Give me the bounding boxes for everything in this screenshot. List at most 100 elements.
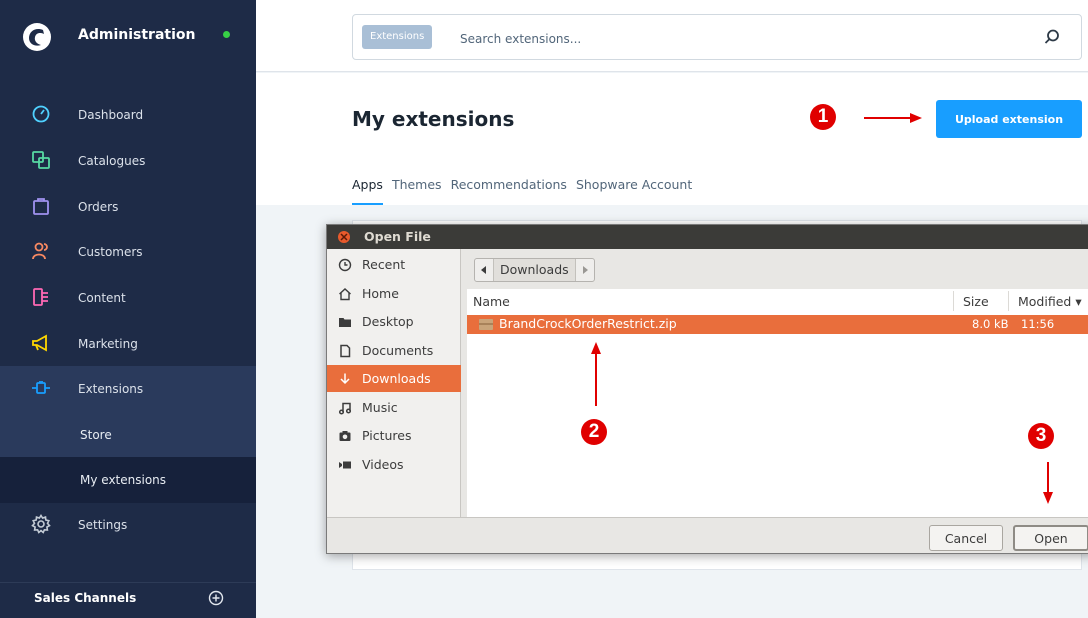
sidebar-item-customers[interactable]: Customers (0, 229, 256, 275)
upload-extension-button[interactable]: Upload extension (936, 100, 1082, 138)
sidebar-item-label: Marketing (78, 337, 138, 351)
music-icon (338, 402, 352, 415)
place-label: Desktop (362, 314, 414, 329)
sidebar-item-label: Customers (78, 245, 143, 259)
path-crumb-downloads[interactable]: Downloads (493, 259, 576, 281)
annotation-badge-3: 3 (1028, 423, 1054, 449)
sidebar-item-label: Catalogues (78, 154, 146, 168)
places-sidebar: Recent Home Desktop Documents Downloads … (327, 249, 461, 517)
place-recent[interactable]: Recent (327, 251, 461, 278)
column-separator (953, 291, 954, 311)
plug-icon (32, 381, 50, 394)
file-list-header: Name Size Modified ▾ (467, 289, 1088, 313)
place-downloads[interactable]: Downloads (327, 365, 461, 392)
sidebar-item-extensions[interactable]: Extensions (0, 366, 256, 412)
column-name[interactable]: Name (473, 294, 510, 309)
shopware-logo-icon (23, 23, 51, 51)
document-icon (340, 344, 351, 358)
catalogue-icon (32, 151, 50, 169)
place-label: Recent (362, 257, 406, 272)
place-label: Home (362, 286, 399, 301)
video-icon (339, 461, 351, 469)
file-name: BrandCrockOrderRestrict.zip (499, 316, 677, 331)
sidebar-item-label: Orders (78, 200, 119, 214)
home-icon (339, 288, 351, 301)
column-modified-label: Modified (1018, 294, 1072, 309)
dialog-titlebar: Open File (327, 225, 1088, 249)
sidebar-item-store[interactable]: Store (0, 412, 256, 458)
sidebar-item-label: Content (78, 291, 126, 305)
place-music[interactable]: Music (327, 394, 461, 421)
place-label: Downloads (362, 371, 431, 386)
place-pictures[interactable]: Pictures (327, 422, 461, 449)
sort-descending-icon: ▾ (1075, 294, 1082, 309)
file-row[interactable]: BrandCrockOrderRestrict.zip 8.0 kB 11:56 (467, 315, 1088, 334)
open-file-dialog: Open File Recent Home Desktop Documents … (326, 224, 1088, 554)
sidebar-item-label: Store (80, 428, 112, 442)
page-header: My extensions Upload extension Apps Them… (256, 73, 1088, 205)
sidebar-brand: Administration (0, 0, 256, 76)
download-icon (340, 373, 350, 385)
archive-icon (479, 319, 493, 330)
path-back-icon[interactable] (475, 259, 493, 281)
column-size[interactable]: Size (963, 294, 989, 309)
add-sales-channel-icon[interactable] (208, 590, 224, 606)
search-scope-chip[interactable]: Extensions (362, 25, 433, 49)
sidebar-item-dashboard[interactable]: Dashboard (0, 92, 256, 138)
sidebar-item-catalogues[interactable]: Catalogues (0, 138, 256, 184)
place-label: Pictures (362, 428, 412, 443)
search-icon[interactable] (1043, 28, 1061, 46)
dialog-title: Open File (364, 229, 431, 244)
path-forward-icon[interactable] (576, 259, 594, 281)
cancel-button[interactable]: Cancel (929, 525, 1003, 551)
sales-channels-label: Sales Channels (34, 591, 137, 605)
page-title: My extensions (352, 107, 515, 131)
camera-icon (339, 431, 351, 441)
shopping-bag-icon (33, 198, 49, 215)
place-videos[interactable]: Videos (327, 451, 461, 478)
sidebar-item-orders[interactable]: Orders (0, 184, 256, 230)
place-documents[interactable]: Documents (327, 337, 461, 364)
dashboard-gauge-icon (32, 105, 50, 123)
place-label: Documents (362, 343, 434, 358)
gear-icon (31, 514, 51, 534)
sidebar-item-label: Dashboard (78, 108, 144, 122)
annotation-badge-1: 1 (810, 104, 836, 130)
content-layout-icon (33, 288, 48, 306)
path-bar: Downloads (474, 258, 595, 282)
search-input[interactable] (460, 29, 1020, 49)
sales-channels-section: Sales Channels (0, 582, 256, 618)
dialog-footer: Cancel Open (327, 517, 1088, 555)
place-label: Videos (362, 457, 404, 472)
tab-shopware-account[interactable]: Shopware Account (576, 177, 692, 205)
sidebar-title: Administration (78, 27, 196, 43)
customers-icon (32, 242, 48, 260)
search-bar[interactable]: Extensions (352, 14, 1082, 60)
close-icon[interactable] (338, 231, 350, 243)
sidebar-item-label: Settings (78, 518, 128, 532)
tab-recommendations[interactable]: Recommendations (451, 177, 567, 205)
place-desktop[interactable]: Desktop (327, 308, 461, 335)
sidebar-item-marketing[interactable]: Marketing (0, 321, 256, 367)
tab-themes[interactable]: Themes (392, 177, 442, 205)
sidebar-item-settings[interactable]: Settings (0, 502, 256, 548)
column-modified[interactable]: Modified ▾ (1018, 294, 1082, 309)
file-list: Name Size Modified ▾ BrandCrockOrderRest… (467, 289, 1088, 517)
place-home[interactable]: Home (327, 280, 461, 307)
file-size: 8.0 kB (972, 317, 1009, 331)
annotation-badge-2: 2 (581, 419, 607, 445)
sidebar-item-label: Extensions (78, 382, 144, 396)
column-separator (1008, 291, 1009, 311)
status-dot (223, 31, 230, 38)
megaphone-icon (32, 334, 47, 352)
tab-apps[interactable]: Apps (352, 177, 383, 205)
file-modified: 11:56 (1021, 317, 1055, 331)
folder-icon (339, 318, 351, 327)
clock-icon (338, 258, 352, 272)
top-bar: Extensions (256, 0, 1088, 72)
sidebar-item-label: My extensions (80, 473, 167, 487)
sidebar-item-content[interactable]: Content (0, 275, 256, 321)
tab-bar: Apps Themes Recommendations Shopware Acc… (352, 177, 692, 205)
open-button[interactable]: Open (1013, 525, 1088, 551)
sidebar-item-my-extensions[interactable]: My extensions (0, 457, 256, 503)
